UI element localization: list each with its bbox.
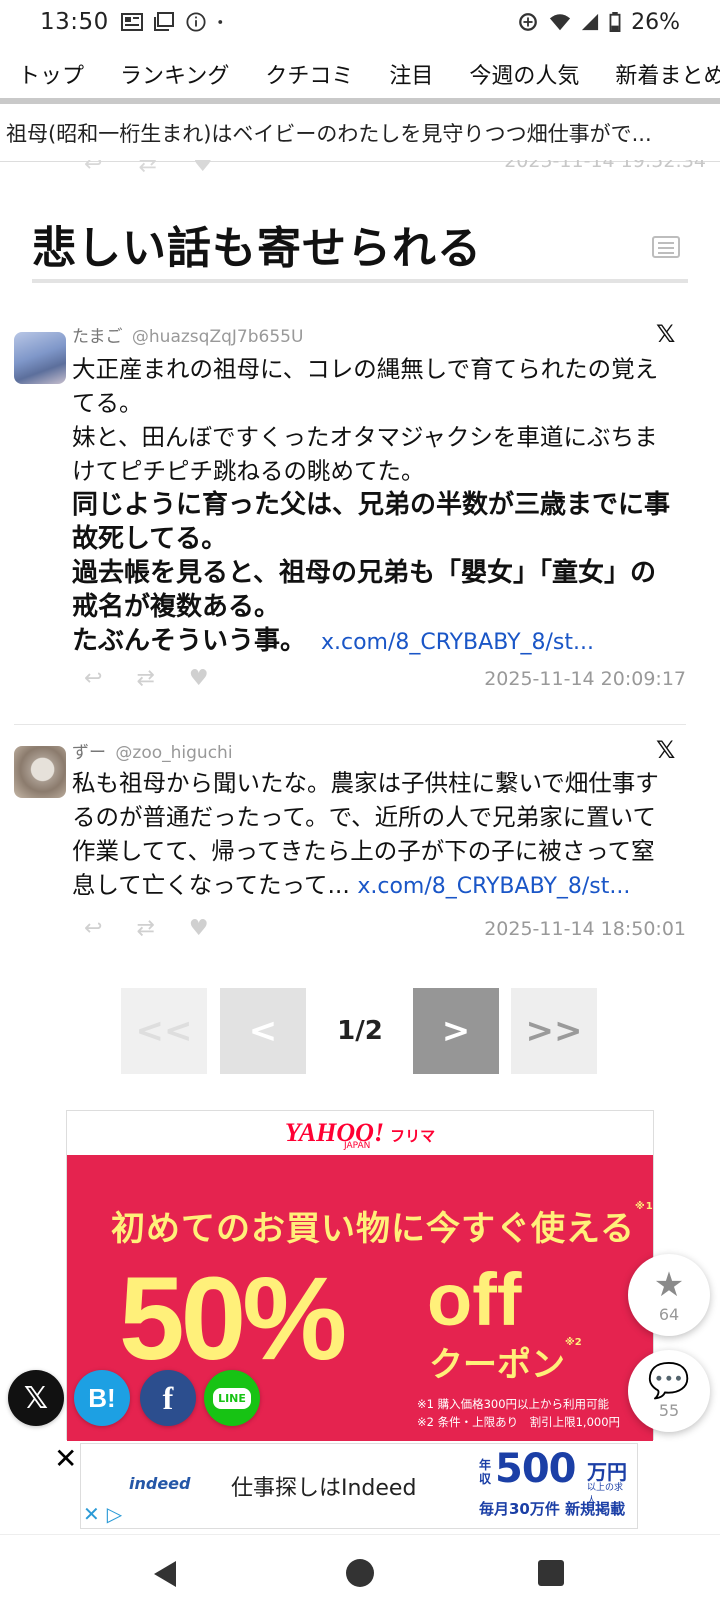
- share-line-button[interactable]: LINE: [204, 1370, 260, 1426]
- wifi-icon: [550, 14, 571, 31]
- retweet-icon[interactable]: ⇄: [136, 666, 154, 691]
- article-ticker[interactable]: 祖母(昭和一桁生まれ)はベイビーのわたしを見守りつつ畑仕事がで...: [0, 104, 720, 162]
- like-icon[interactable]: ♥: [193, 160, 213, 177]
- hatena-bookmark-icon: B!: [88, 1382, 116, 1413]
- tweet-link[interactable]: x.com/8_CRYBABY_8/st...: [321, 630, 594, 655]
- banner-offer: 年収 500 万円 以上の求人、 毎月30万件 新規掲載: [479, 1446, 629, 1524]
- section-divider: [32, 279, 688, 283]
- ad-headline: 初めてのお買い物に今すぐ使える: [111, 1209, 635, 1249]
- status-bar: 13:50 26%: [0, 0, 720, 44]
- tweet-divider: [14, 724, 686, 725]
- previous-tweet-footer: ↩ ⇄ ♥ 2025-11-14 19:52:34: [0, 160, 720, 186]
- comment-button[interactable]: 💬 55: [628, 1350, 710, 1432]
- battery-level: 26%: [631, 9, 680, 35]
- tweet-date: 2025-11-14 19:52:34: [504, 160, 706, 172]
- line-icon: LINE: [213, 1387, 251, 1409]
- prev-page-button[interactable]: <: [220, 988, 306, 1074]
- system-nav-bar: [0, 1534, 720, 1612]
- like-icon[interactable]: ♥: [189, 916, 209, 941]
- retweet-icon[interactable]: ⇄: [136, 916, 154, 941]
- close-icon[interactable]: ✕: [54, 1442, 77, 1475]
- banner-nen: 年収: [479, 1458, 492, 1486]
- back-icon[interactable]: [154, 1561, 176, 1587]
- share-facebook-button[interactable]: f: [140, 1370, 196, 1426]
- retweet-icon[interactable]: ⇄: [138, 160, 156, 177]
- ad-coupon-label: クーポン: [429, 1345, 565, 1385]
- tweet-author-name[interactable]: ずー: [72, 743, 106, 763]
- reply-icon[interactable]: ↩: [84, 160, 102, 177]
- facebook-icon: f: [162, 1379, 174, 1416]
- comment-count: 55: [658, 1400, 680, 1420]
- battery-icon: [609, 12, 621, 32]
- x-logo-icon[interactable]: 𝕏: [656, 322, 680, 346]
- ad-off-label: off: [427, 1258, 522, 1341]
- ad-fine-line: ※2 条件・上限あり 割引上限1,000円: [417, 1415, 621, 1429]
- tweet-date: 2025-11-14 18:50:01: [484, 918, 686, 940]
- tweet-text: 私も祖母から聞いたな。農家は子供柱に繋いで畑仕事するのが普通だったって。で、近所…: [72, 766, 672, 904]
- data-saver-icon: [519, 13, 537, 31]
- x-logo-icon: 𝕏: [23, 1380, 49, 1416]
- like-icon[interactable]: ♥: [189, 666, 209, 691]
- ad-header: YAHOO! JAPAN フリマ: [67, 1111, 653, 1155]
- recents-icon[interactable]: [538, 1560, 564, 1586]
- status-time: 13:50: [40, 9, 109, 35]
- star-icon: ★: [653, 1264, 685, 1305]
- indeed-banner-ad[interactable]: indeed 仕事探しはIndeed 年収 500 万円 以上の求人、 毎月30…: [80, 1443, 638, 1529]
- avatar[interactable]: [14, 332, 66, 384]
- dot-icon: [218, 20, 222, 24]
- page-indicator: 1/2: [337, 1016, 383, 1046]
- home-icon[interactable]: [346, 1559, 374, 1587]
- indeed-logo: indeed: [129, 1474, 191, 1493]
- tab-reviews[interactable]: クチコミ: [247, 58, 371, 90]
- share-hatena-button[interactable]: B!: [74, 1370, 130, 1426]
- tab-weekly-popular[interactable]: 今週の人気: [451, 58, 597, 90]
- news-icon: [120, 13, 143, 31]
- ad-choices-icon[interactable]: ✕ ▷: [83, 1502, 122, 1526]
- tab-ranking[interactable]: ランキング: [102, 58, 247, 90]
- tweet-author-name[interactable]: たまご: [72, 327, 123, 347]
- tab-top[interactable]: トップ: [0, 58, 102, 90]
- ad-discount: 50%: [119, 1253, 347, 1385]
- speech-bubble-icon: 💬: [647, 1360, 691, 1401]
- tweet-text-emphasis: たぶんそういう事。: [72, 626, 307, 656]
- screen-icon: [153, 12, 174, 31]
- share-x-button[interactable]: 𝕏: [8, 1370, 64, 1426]
- tweet-link[interactable]: x.com/8_CRYBABY_8/st...: [357, 874, 630, 899]
- favorite-count: 64: [658, 1304, 680, 1324]
- list-icon[interactable]: [652, 236, 680, 258]
- banner-sub: 毎月30万件 新規掲載: [479, 1500, 626, 1518]
- category-tabs: トップ ランキング クチコミ 注目 今週の人気 新着まとめ: [0, 50, 720, 98]
- tweet-author-handle[interactable]: @zoo_higuchi: [115, 743, 232, 763]
- tweet-text: 大正産まれの祖母に、コレの縄無しで育てられたの覚えてる。 妹と、田んぼですくった…: [72, 352, 672, 660]
- pagination: << < 1/2 > >>: [0, 988, 720, 1074]
- tweet-text-line: 妹と、田んぼですくったオタマジャクシを車道にぶちまけてピチピチ跳ねるの眺めてた。: [72, 423, 658, 485]
- signal-icon: [581, 13, 599, 31]
- reply-icon[interactable]: ↩: [84, 666, 102, 691]
- fleamarket-label: フリマ: [390, 1126, 436, 1145]
- last-page-button[interactable]: >>: [511, 988, 597, 1074]
- banner-text: 仕事探しはIndeed: [231, 1476, 417, 1501]
- tweet-date: 2025-11-14 20:09:17: [484, 668, 686, 690]
- info-icon: [186, 12, 206, 32]
- section-title: 悲しい話も寄せられる: [32, 223, 482, 274]
- tweet-text-emphasis: 過去帳を見ると、祖母の兄弟も「嬰女」「童女」の戒名が複数ある。: [72, 558, 656, 622]
- x-logo-icon[interactable]: 𝕏: [656, 738, 680, 762]
- reply-icon[interactable]: ↩: [84, 916, 102, 941]
- ad-note: ※1: [634, 1201, 654, 1212]
- banner-salary: 500: [495, 1446, 576, 1492]
- tweet-text-emphasis: 同じように育った父は、兄弟の半数が三歳までに事故死してる。: [72, 490, 671, 554]
- ad-note: ※2: [565, 1337, 582, 1348]
- ad-fine-print: ※1 購入価格300円以上から利用可能 ※2 条件・上限あり 割引上限1,000…: [417, 1395, 620, 1431]
- favorite-button[interactable]: ★ 64: [628, 1254, 710, 1336]
- first-page-button[interactable]: <<: [121, 988, 207, 1074]
- tab-featured[interactable]: 注目: [371, 58, 451, 90]
- ad-fine-line: ※1 購入価格300円以上から利用可能: [417, 1397, 610, 1411]
- yahoo-japan-label: JAPAN: [344, 1141, 371, 1151]
- tab-new-summaries[interactable]: 新着まとめ: [597, 58, 720, 90]
- avatar[interactable]: [14, 746, 66, 798]
- tweet-text-line: 大正産まれの祖母に、コレの縄無しで育てられたの覚えてる。: [72, 355, 659, 417]
- next-page-button[interactable]: >: [413, 988, 499, 1074]
- tweet-author-handle[interactable]: @huazsqZqJ7b655U: [132, 327, 304, 347]
